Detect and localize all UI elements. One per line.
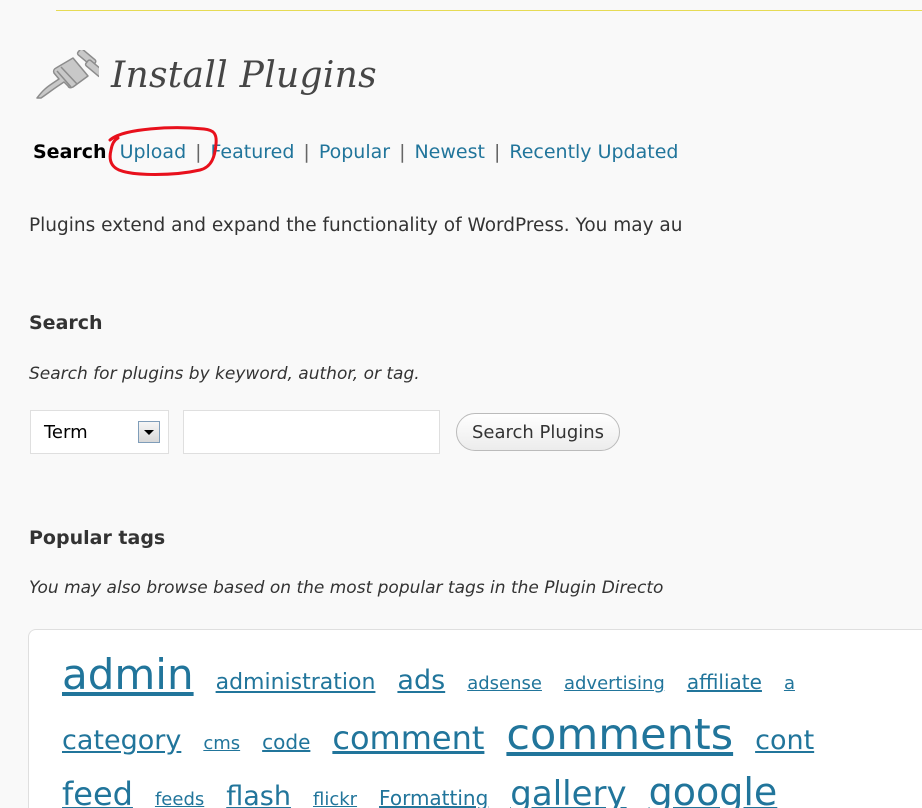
tab-search[interactable]: Search <box>33 141 107 163</box>
tag-link[interactable]: flash <box>226 781 291 808</box>
search-type-select[interactable]: Term <box>30 410 169 454</box>
page-title: Install Plugins <box>111 54 377 96</box>
tag-link[interactable]: flickr <box>313 789 357 808</box>
tag-link[interactable]: adsense <box>467 673 542 694</box>
nav-separator: | <box>399 141 406 163</box>
nav-separator: | <box>195 141 202 163</box>
nav-separator: | <box>493 141 501 163</box>
tag-link[interactable]: feed <box>62 775 133 808</box>
tab-popular[interactable]: Popular <box>319 141 390 163</box>
page: Install Plugins Search Upload | Featured… <box>0 0 922 808</box>
tag-link[interactable]: a <box>784 673 795 694</box>
search-form: Term Search Plugins <box>30 410 621 454</box>
tag-link[interactable]: cont <box>755 725 814 756</box>
tag-link[interactable]: admin <box>62 650 194 699</box>
tag-link[interactable]: comments <box>506 710 733 760</box>
tag-link[interactable]: administration <box>216 670 376 695</box>
popular-tags-heading: Popular tags <box>29 527 166 549</box>
search-plugins-button[interactable]: Search Plugins <box>456 413 621 451</box>
nav-separator: | <box>303 141 310 163</box>
tab-newest[interactable]: Newest <box>414 141 484 163</box>
tag-cloud: admin administration ads adsense advertising… <box>28 629 922 808</box>
tab-featured[interactable]: Featured <box>211 141 295 163</box>
tag-link[interactable]: comment <box>332 719 484 757</box>
tag-link[interactable]: advertising <box>564 673 665 694</box>
plug-icon <box>36 50 99 99</box>
search-heading: Search <box>29 312 103 334</box>
search-type-value: Term <box>44 421 88 443</box>
tag-row: admin administration ads adsense advertising… <box>62 650 817 699</box>
tag-link[interactable]: feeds <box>155 789 204 808</box>
tag-link[interactable]: cms <box>203 733 240 754</box>
tag-row: category cms code comment comments cont <box>62 710 836 760</box>
search-description: Search for plugins by keyword, author, o… <box>29 364 420 384</box>
tag-link[interactable]: affiliate <box>687 670 762 694</box>
tag-link[interactable]: ads <box>397 665 445 696</box>
intro-text: Plugins extend and expand the functional… <box>29 215 683 236</box>
tag-row: feed feeds flash flickr Formatting gallery goo… <box>62 770 799 808</box>
tag-link[interactable]: code <box>262 730 310 754</box>
tag-link[interactable]: category <box>62 725 181 756</box>
plugin-nav: Search Upload | Featured | Popular | New… <box>33 126 678 176</box>
chevron-down-icon[interactable] <box>138 421 160 443</box>
title-row: Install Plugins <box>33 50 377 100</box>
tab-recently-updated[interactable]: Recently Updated <box>509 141 678 163</box>
tag-link[interactable]: Formatting <box>379 786 488 808</box>
top-divider <box>56 10 922 11</box>
search-input[interactable] <box>183 410 440 454</box>
tag-link[interactable]: gallery <box>510 774 626 808</box>
tab-upload[interactable]: Upload <box>120 141 187 163</box>
popular-tags-description: You may also browse based on the most po… <box>29 578 664 598</box>
tag-link[interactable]: google <box>649 770 778 808</box>
